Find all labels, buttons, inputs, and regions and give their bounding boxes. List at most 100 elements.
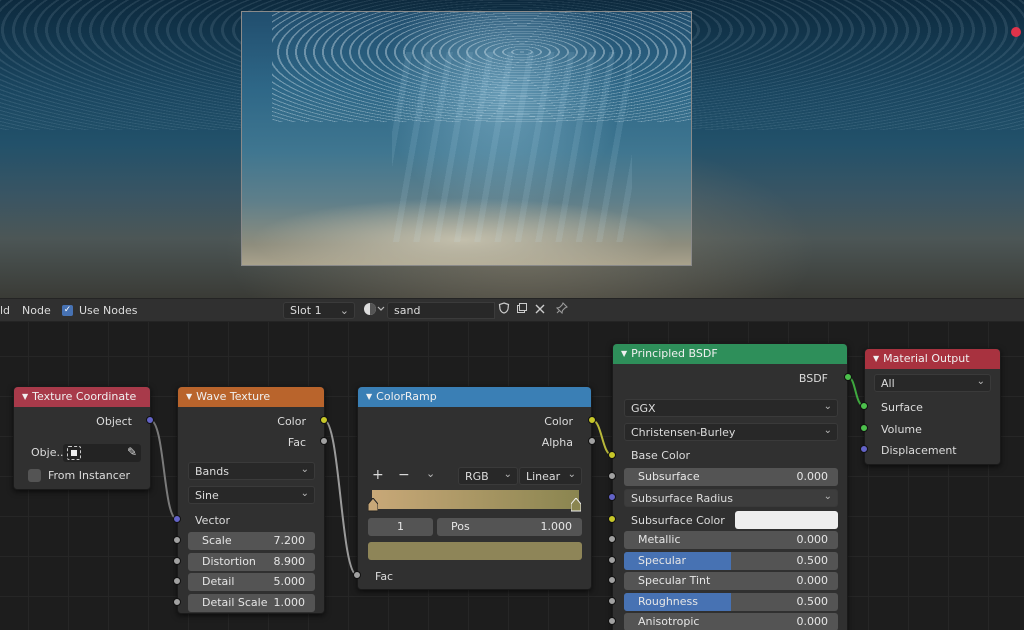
- subsurface-field[interactable]: Subsurface 0.000: [624, 468, 838, 486]
- socket-displacement-input[interactable]: [860, 445, 868, 453]
- socket-base-color-input[interactable]: [608, 451, 616, 459]
- stop-color-swatch[interactable]: [368, 542, 582, 560]
- collapse-triangle-icon[interactable]: ▼: [22, 392, 28, 401]
- socket-anisotropic-input[interactable]: [608, 617, 616, 625]
- specular-tint-field[interactable]: Specular Tint 0.000: [624, 572, 838, 590]
- socket-detail-scale-input[interactable]: [173, 598, 181, 606]
- collapse-triangle-icon[interactable]: ▼: [873, 354, 879, 363]
- socket-fac-output[interactable]: [320, 437, 328, 445]
- socket-label-color: Color: [277, 415, 306, 428]
- subsurface-radius-dropdown[interactable]: Subsurface Radius ⌄: [624, 489, 838, 507]
- field-value: 0.500: [796, 595, 829, 608]
- from-instancer-checkbox[interactable]: [28, 469, 41, 482]
- node-title: ColorRamp: [376, 390, 437, 403]
- interpolation-dropdown[interactable]: Linear ⌄: [519, 467, 582, 485]
- object-picker-field[interactable]: ✎: [63, 444, 141, 462]
- field-label: Specular Tint: [638, 574, 711, 587]
- node-principled-bsdf[interactable]: ▼ Principled BSDF BSDF GGX ⌄ Christensen-B…: [612, 343, 848, 630]
- material-browse-icon[interactable]: [362, 302, 386, 319]
- material-name-field[interactable]: sand: [387, 302, 495, 319]
- socket-subsurface-color-input[interactable]: [608, 515, 616, 523]
- collapse-triangle-icon[interactable]: ▼: [186, 392, 192, 401]
- chevron-down-icon: ⌄: [300, 488, 309, 499]
- socket-distortion-input[interactable]: [173, 557, 181, 565]
- socket-subsurface-radius-input[interactable]: [608, 493, 616, 501]
- node-header[interactable]: ▼ Wave Texture: [178, 387, 324, 407]
- detail-field[interactable]: Detail 5.000: [188, 573, 315, 591]
- socket-scale-input[interactable]: [173, 536, 181, 544]
- field-label: Pos: [451, 520, 470, 533]
- ramp-menu-chevron-icon[interactable]: ⌄: [426, 467, 435, 480]
- socket-vector-input[interactable]: [173, 515, 181, 523]
- socket-volume-input[interactable]: [860, 424, 868, 432]
- render-target-dropdown[interactable]: All ⌄: [874, 374, 991, 392]
- node-header[interactable]: ▼ Texture Coordinate: [14, 387, 150, 407]
- subsurface-color-swatch[interactable]: [735, 511, 838, 529]
- stop-index-field[interactable]: 1: [368, 518, 433, 536]
- node-title: Material Output: [883, 352, 970, 365]
- socket-object-output[interactable]: [146, 416, 154, 424]
- socket-color-output[interactable]: [588, 416, 596, 424]
- wave-type-dropdown[interactable]: Bands ⌄: [188, 462, 315, 480]
- add-stop-button[interactable]: +: [372, 467, 384, 483]
- subsurface-method-dropdown[interactable]: Christensen-Burley ⌄: [624, 423, 838, 441]
- socket-bsdf-output[interactable]: [844, 373, 852, 381]
- node-color-ramp[interactable]: ▼ ColorRamp Color Alpha + − ⌄ RGB ⌄ Linear…: [357, 386, 592, 590]
- socket-detail-input[interactable]: [173, 577, 181, 585]
- stop-position-field[interactable]: Pos 1.000: [437, 518, 582, 536]
- roughness-field[interactable]: Roughness 0.500: [624, 593, 838, 611]
- fake-user-shield-icon[interactable]: [495, 302, 513, 319]
- slot-dropdown[interactable]: Slot 1 ⌄: [283, 302, 355, 319]
- add-menu[interactable]: ld: [0, 304, 10, 317]
- detail-scale-field[interactable]: Detail Scale 1.000: [188, 594, 315, 612]
- duplicate-material-icon[interactable]: [513, 302, 531, 319]
- color-ramp-gradient[interactable]: [372, 490, 579, 509]
- node-header[interactable]: ▼ Principled BSDF: [613, 344, 847, 364]
- remove-stop-button[interactable]: −: [398, 467, 410, 483]
- distribution-dropdown[interactable]: GGX ⌄: [624, 399, 838, 417]
- metallic-field[interactable]: Metallic 0.000: [624, 531, 838, 549]
- distortion-field[interactable]: Distortion 8.900: [188, 553, 315, 571]
- socket-specular-input[interactable]: [608, 556, 616, 564]
- socket-metallic-input[interactable]: [608, 535, 616, 543]
- specular-field[interactable]: Specular 0.500: [624, 552, 838, 570]
- eyedropper-icon[interactable]: ✎: [127, 445, 137, 459]
- pin-icon[interactable]: [553, 302, 571, 319]
- socket-surface-input[interactable]: [860, 402, 868, 410]
- socket-roughness-input[interactable]: [608, 597, 616, 605]
- color-stop-handle-right[interactable]: [570, 497, 582, 512]
- field-label: Distortion: [202, 555, 256, 568]
- socket-specular-tint-input[interactable]: [608, 576, 616, 584]
- node-menu[interactable]: Node: [22, 304, 51, 317]
- scale-field[interactable]: Scale 7.200: [188, 532, 315, 550]
- chevron-down-icon: ⌄: [823, 491, 832, 502]
- wave-profile-dropdown[interactable]: Sine ⌄: [188, 486, 315, 504]
- socket-subsurface-input[interactable]: [608, 472, 616, 480]
- node-header[interactable]: ▼ Material Output: [865, 349, 1000, 369]
- distribution-value: GGX: [631, 402, 656, 415]
- collapse-triangle-icon[interactable]: ▼: [621, 349, 627, 358]
- chevron-down-icon: ⌄: [300, 464, 309, 475]
- node-wave-texture[interactable]: ▼ Wave Texture Color Fac Bands ⌄ Sine ⌄ Vec…: [177, 386, 325, 614]
- subsurface-color-label: Subsurface Color: [631, 514, 725, 527]
- unlink-material-close-icon[interactable]: [531, 302, 549, 319]
- color-stop-handle-left[interactable]: [367, 497, 379, 512]
- node-header[interactable]: ▼ ColorRamp: [358, 387, 591, 407]
- use-nodes-checkbox[interactable]: ✓: [62, 305, 73, 316]
- light-rays: [392, 52, 632, 242]
- node-texture-coordinate[interactable]: ▼ Texture Coordinate Object Obje.. ✎ From…: [13, 386, 151, 490]
- 3d-viewport[interactable]: [0, 0, 1024, 298]
- anisotropic-field[interactable]: Anisotropic 0.000: [624, 613, 838, 630]
- field-value: 8.900: [273, 555, 306, 568]
- collapse-triangle-icon[interactable]: ▼: [366, 392, 372, 401]
- wave-type-value: Bands: [195, 465, 229, 478]
- wave-profile-value: Sine: [195, 489, 219, 502]
- color-mode-dropdown[interactable]: RGB ⌄: [458, 467, 518, 485]
- from-instancer-label: From Instancer: [48, 469, 131, 482]
- socket-fac-input[interactable]: [353, 571, 361, 579]
- node-material-output[interactable]: ▼ Material Output All ⌄ Surface Volume Dis…: [864, 348, 1001, 465]
- use-nodes-label: Use Nodes: [79, 304, 138, 317]
- socket-color-output[interactable]: [320, 416, 328, 424]
- socket-alpha-output[interactable]: [588, 437, 596, 445]
- field-value: 0.000: [796, 533, 829, 546]
